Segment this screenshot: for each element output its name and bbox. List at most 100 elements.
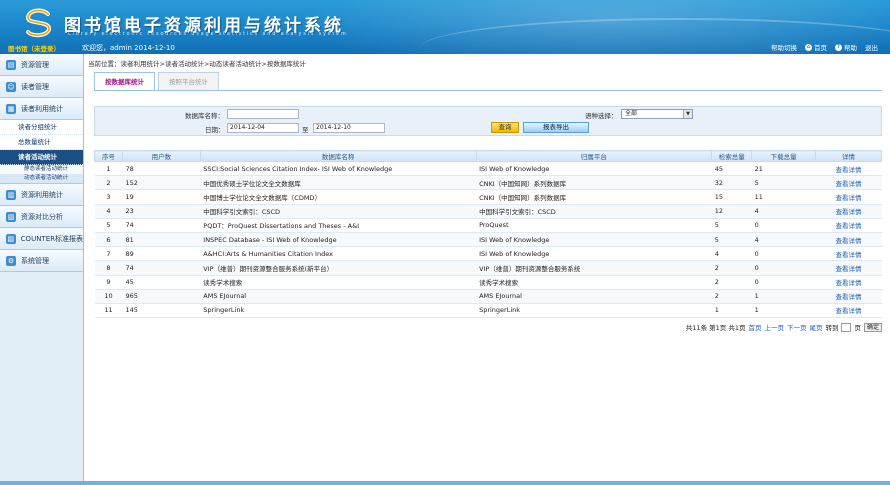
switch-link-label: 帮助切换 [771,44,797,52]
table-row: 3 19 中国博士学位论文全文数据库（CDMD） CNKI（中国知网）系列数据库 15 1… [94,189,882,205]
db-name-input[interactable] [227,109,299,119]
sidebar-item-label: 系统管理 [21,256,49,265]
cell-db-name: 中国科学引文索引：CSCD [200,204,477,219]
search-panel: 数据库名称： 日期： 2014-12-04 至 2014-12-10 语种选择：… [94,106,882,136]
cell-details[interactable]: 查看详情 [815,246,882,262]
cell-details[interactable]: 查看详情 [815,232,882,248]
cell-details[interactable]: 查看详情 [815,175,882,191]
chart-icon: ▥ [6,189,16,200]
cell-downloads: 0 [751,275,816,290]
date-to-label: 至 [302,126,309,134]
pager-first[interactable]: 首页 [748,322,761,332]
pager-last[interactable]: 尾页 [809,322,822,332]
date-label: 日期： [205,126,225,134]
home-link-label: 首页 [814,44,827,52]
cell-index: 9 [94,275,123,290]
cell-downloads: 4 [751,232,816,248]
pagination: 共11条 第1页 共1页 首页 上一页 下一页 尾页 转到 页 确定 [686,322,882,332]
sidebar-item-resource-comparison[interactable]: ▧ 资源对比分析 [0,206,83,228]
tab-by-platform[interactable]: 按照平台统计 [158,72,219,90]
date-to-input[interactable]: 2014-12-10 [313,123,385,133]
switch-link[interactable]: 帮助切换 [771,42,797,52]
table-row: 5 74 PQDT：ProQuest Dissertations and These… [94,218,882,233]
cell-index: 7 [94,246,123,262]
cell-details[interactable]: 查看详情 [815,289,882,304]
language-select[interactable]: 全部 ▼ [621,109,693,119]
sidebar-item-reader-usage-stats[interactable]: ▦ 读者利用统计 [0,98,83,120]
cell-details[interactable]: 查看详情 [815,204,882,219]
cell-db-name: AMS EJournal [200,289,477,304]
date-from-input[interactable]: 2014-12-04 [227,123,299,133]
cell-details[interactable]: 查看详情 [815,303,882,319]
cell-searches: 15 [711,189,752,205]
pager-page-input[interactable] [841,322,852,332]
sidebar-item-counter-reports[interactable]: ▨ COUNTER标准报表 [0,228,83,250]
sidebar-subitem-group-stats[interactable]: 读者分组统计 [0,120,83,135]
sidebar-item-label: COUNTER标准报表 [20,234,83,243]
cell-db-name: 中国博士学位论文全文数据库（CDMD） [200,189,477,205]
help-link-label: 帮助 [844,44,857,52]
cell-searches: 5 [711,218,752,233]
sidebar-item-resource-management[interactable]: ▤ 资源管理 [0,54,83,76]
cell-searches: 2 [711,275,752,290]
pager-confirm-button[interactable]: 确定 [863,322,882,332]
col-header-index: 序号 [94,150,123,162]
sidebar-item-reader-management[interactable]: ☺ 读者管理 [0,76,83,98]
cell-platform: 中国科学引文索引：CSCD [476,204,712,219]
home-link[interactable]: ⌂ 首页 [805,42,827,52]
sidebar-item-label: 资源对比分析 [21,212,63,221]
cell-platform: SpringerLink [476,303,712,319]
query-button[interactable]: 查询 [491,122,519,133]
cell-index: 11 [94,303,123,319]
cell-searches: 2 [711,260,752,276]
sidebar-subsubitem-dynamic[interactable]: 动态读者活动统计 [0,174,83,183]
cell-index: 4 [94,204,123,219]
sidebar-item-label: 读者利用统计 [21,104,63,113]
pager-next[interactable]: 下一页 [787,322,807,332]
cell-searches: 45 [711,161,752,177]
cell-users: 81 [122,232,201,248]
cell-users: 89 [122,246,201,262]
sidebar-subsubitem-static[interactable]: 静态读者活动统计 [0,165,83,174]
cell-index: 3 [94,189,123,205]
cell-platform: ProQuest [476,218,712,233]
help-icon: ? [835,43,842,51]
cell-downloads: 0 [751,246,816,262]
cell-platform: CNKI（中国知网）系列数据库 [476,189,712,205]
cell-index: 1 [94,161,123,177]
tab-by-database[interactable]: 按数据库统计 [94,72,155,90]
results-table-wrap: 序号 用户数 数据库名称 归属平台 检索总量 下载总量 详情 1 78 SSCI:S… [94,150,882,319]
table-row: 4 23 中国科学引文索引：CSCD 中国科学引文索引：CSCD 12 4 查看详情 [94,204,882,219]
table-row: 6 81 INSPEC Database - ISI Web of Knowledg… [94,232,882,248]
cell-details[interactable]: 查看详情 [815,275,882,290]
sidebar-item-resource-usage-stats[interactable]: ▥ 资源利用统计 [0,184,83,206]
cell-details[interactable]: 查看详情 [815,189,882,205]
export-button[interactable]: 报表导出 [523,122,589,133]
cell-platform: 读秀学术搜索 [476,275,712,290]
cell-downloads: 5 [751,175,816,191]
table-row: 1 78 SSCI:Social Sciences Citation Index- … [94,161,882,177]
library-logo-icon [25,8,51,38]
cell-details[interactable]: 查看详情 [815,260,882,276]
cell-db-name: SSCI:Social Sciences Citation Index- ISI… [200,161,477,177]
help-link[interactable]: ? 帮助 [835,42,857,52]
sidebar-subitem-total-stats[interactable]: 总数量统计 [0,135,83,150]
sidebar-subitem-activity-stats[interactable]: 读者活动统计 [0,150,83,165]
cell-details[interactable]: 查看详情 [815,161,882,177]
logout-link[interactable]: 退出 [865,42,878,52]
cell-details[interactable]: 查看详情 [815,218,882,233]
table-row: 10 965 AMS EJournal AMS EJournal 2 1 查看详情 [94,289,882,304]
sidebar-item-system-management[interactable]: ⚙ 系统管理 [0,250,83,272]
cell-db-name: A&HCI:Arts & Humanities Citation Index [200,246,477,262]
pager-goto-label: 转到 [825,324,839,332]
pager-prev[interactable]: 上一页 [764,322,784,332]
sidebar: ▤ 资源管理 ☺ 读者管理 ▦ 读者利用统计 读者分组统计 总数量统计 读者活动… [0,54,84,485]
cell-index: 10 [94,289,123,304]
cell-downloads: 0 [751,260,816,276]
logout-link-label: 退出 [865,44,878,52]
cell-index: 2 [94,175,123,191]
cell-downloads: 4 [751,204,816,219]
tab-divider [94,90,882,91]
db-name-label: 数据库名称： [185,112,224,120]
table-body: 1 78 SSCI:Social Sciences Citation Index- … [94,161,882,319]
